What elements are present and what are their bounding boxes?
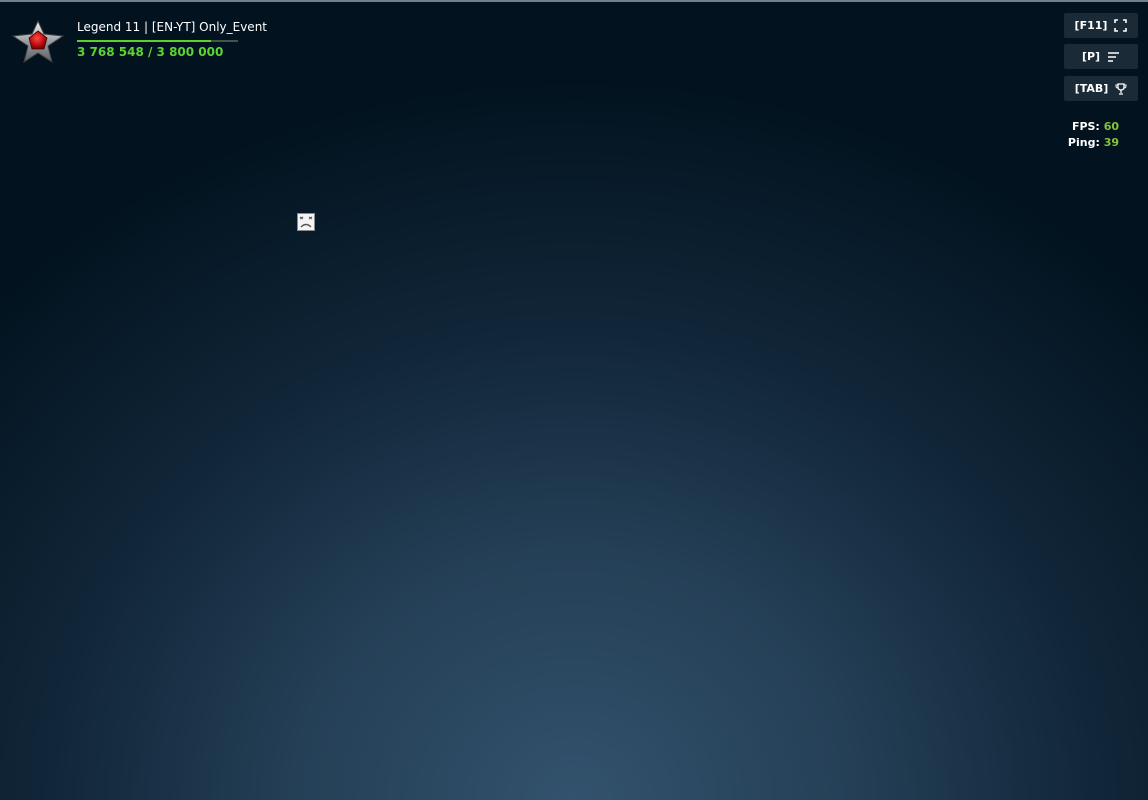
player-panel: Legend 11 | [EN-YT] Only_Event 3 768 548… [10,16,290,66]
fps-row: FPS: 60 [1068,119,1119,135]
xp-progress-bar [77,40,238,42]
scoreboard-button[interactable]: [TAB] [1064,76,1138,101]
ping-value: 39 [1103,136,1119,149]
players-list-key: [P] [1081,50,1101,63]
list-icon [1107,51,1120,63]
fps-label: FPS: [1071,120,1100,133]
performance-stats: FPS: 60 Ping: 39 [1068,119,1119,151]
players-list-button[interactable]: [P] [1064,44,1138,69]
player-name: Legend 11 | [EN-YT] Only_Event [77,20,268,34]
xp-progress-fill [77,40,211,42]
fps-value: 60 [1103,120,1119,133]
trophy-icon [1115,82,1127,95]
scoreboard-key: [TAB] [1074,82,1109,95]
window-top-edge [0,0,1148,2]
xp-text: 3 768 548 / 3 800 000 [77,45,224,59]
ping-row: Ping: 39 [1068,135,1119,151]
fullscreen-button[interactable]: [F11] [1064,13,1138,38]
ping-label: Ping: [1067,136,1100,149]
broken-image-icon [297,213,315,231]
fullscreen-icon [1114,19,1128,32]
legend-star-icon [10,18,66,64]
fullscreen-key: [F11] [1074,19,1108,32]
